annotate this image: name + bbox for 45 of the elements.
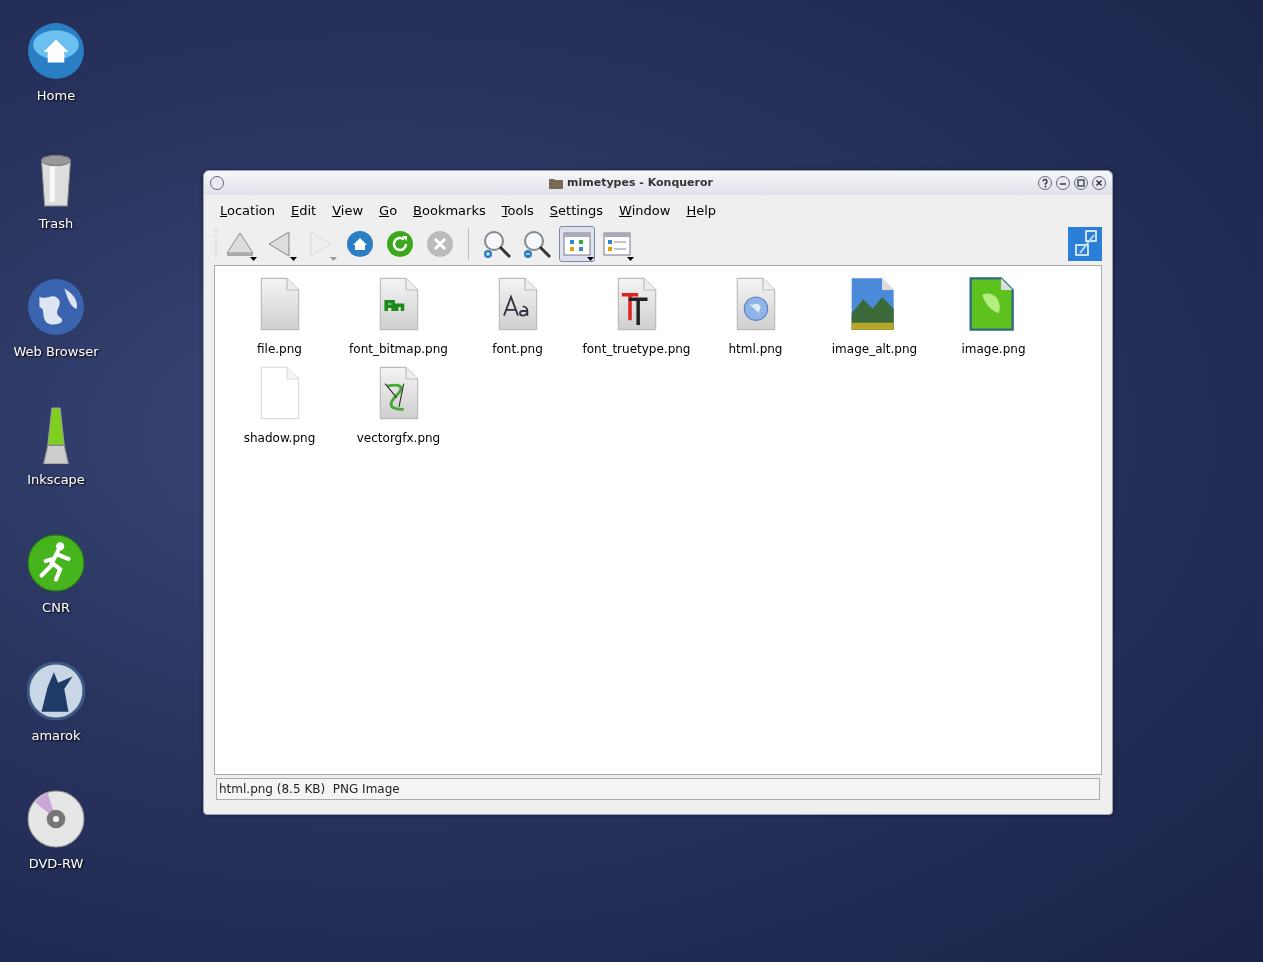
- help-icon[interactable]: [1038, 176, 1052, 190]
- file-name[interactable]: font_bitmap.png: [349, 339, 448, 358]
- desktop-icon-label[interactable]: Home: [36, 86, 76, 106]
- dropdown-caret-icon[interactable]: [627, 256, 634, 261]
- file-name[interactable]: image.png: [961, 339, 1026, 358]
- menu-item[interactable]: Tools: [493, 201, 542, 221]
- home-icon[interactable]: [27, 22, 85, 80]
- file-name[interactable]: font.png: [492, 339, 543, 358]
- menu-item[interactable]: Bookmarks: [405, 201, 494, 221]
- menu-item[interactable]: Window: [611, 201, 679, 221]
- window-title: mimetypes - Konqueror: [567, 174, 713, 191]
- desktop-icon-label[interactable]: CNR: [42, 598, 70, 618]
- icon-view-button[interactable]: [559, 225, 595, 262]
- status-bar: html.png (8.5 KB) PNG Image: [216, 778, 1100, 800]
- menu-item[interactable]: Settings: [541, 201, 612, 221]
- menu-item[interactable]: Location: [212, 201, 283, 221]
- desktop-icon-label[interactable]: Inkscape: [27, 470, 85, 490]
- file-name[interactable]: html.png: [728, 339, 783, 358]
- minimize-icon[interactable]: [1056, 176, 1070, 190]
- close-icon[interactable]: [1092, 176, 1106, 190]
- folder-icon: [549, 177, 563, 189]
- desktop-icon-label[interactable]: DVD-RW: [28, 854, 84, 874]
- file-name[interactable]: shadow.png: [243, 428, 316, 447]
- desktop-icon-label[interactable]: Web Browser: [13, 342, 99, 362]
- maximize-icon[interactable]: [1074, 176, 1088, 190]
- file-name[interactable]: file.png: [257, 339, 302, 358]
- file-name[interactable]: vectorgfx.png: [356, 428, 441, 447]
- dropdown-caret-icon[interactable]: [250, 256, 257, 261]
- wolf-head-icon[interactable]: [27, 662, 85, 720]
- menu-item[interactable]: Help: [678, 201, 725, 221]
- file-name[interactable]: image_alt.png: [831, 339, 918, 358]
- desktop-icon-label[interactable]: amarok: [31, 726, 81, 746]
- app-logo-icon[interactable]: [1068, 226, 1102, 261]
- file-name[interactable]: font_truetype.png: [582, 339, 691, 358]
- disc-icon[interactable]: [27, 790, 85, 848]
- dropdown-caret-icon[interactable]: [290, 256, 297, 261]
- menu-item[interactable]: Go: [371, 201, 406, 221]
- dropdown-caret-icon[interactable]: [587, 256, 594, 261]
- desktop-icon-label[interactable]: Trash: [38, 214, 74, 234]
- globe-icon[interactable]: [27, 278, 85, 336]
- running-figure-icon[interactable]: [27, 534, 85, 592]
- menu-item[interactable]: View: [324, 201, 372, 221]
- toolbar-handle[interactable]: [214, 227, 218, 260]
- window-menu-button[interactable]: [210, 176, 224, 190]
- menu-item[interactable]: Edit: [283, 201, 325, 221]
